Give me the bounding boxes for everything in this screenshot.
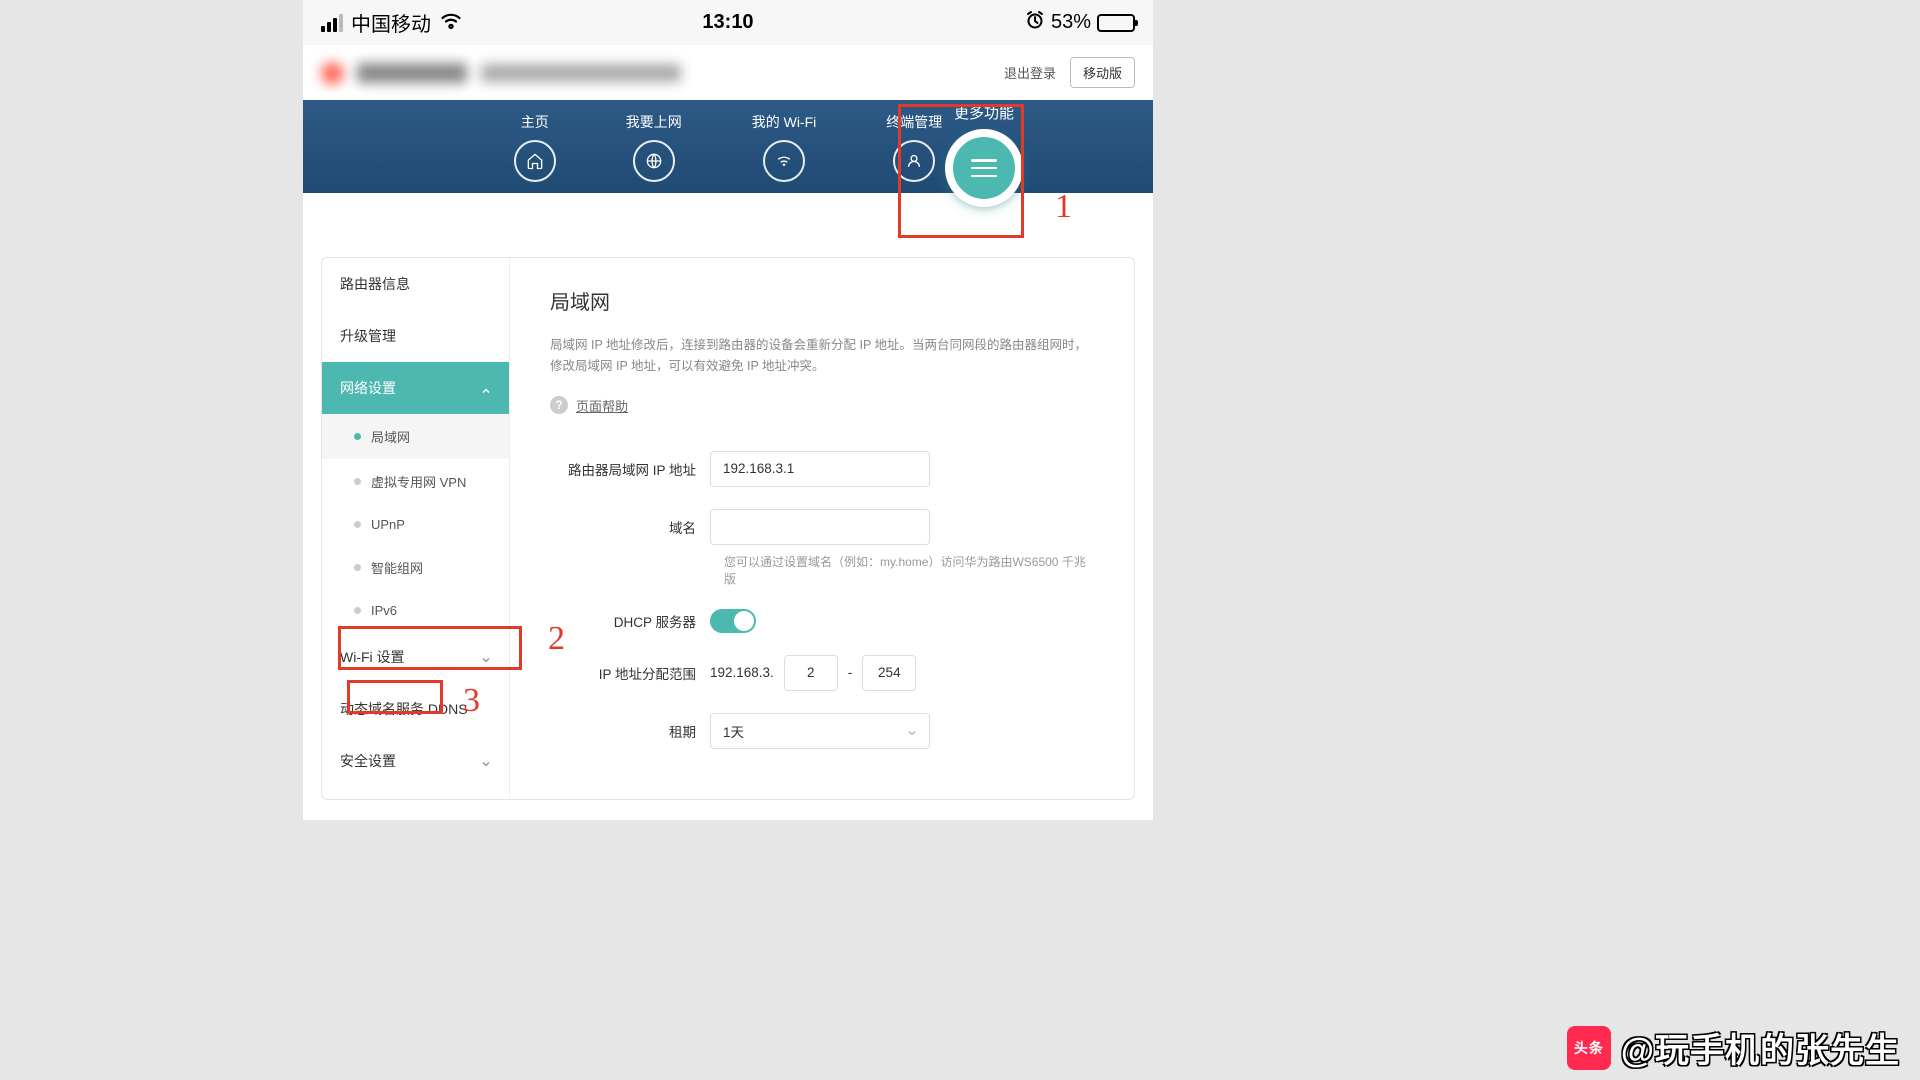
select-lease[interactable]: 1天 xyxy=(710,713,930,749)
watermark-logo: 头条 xyxy=(1567,1026,1611,1070)
dot-icon xyxy=(354,607,361,614)
sidebar: 路由器信息 升级管理 网络设置 局域网 虚拟专用网 VPN UPnP 智能组网 … xyxy=(322,258,510,799)
chevron-down-icon xyxy=(907,726,917,736)
main-content: 局域网 局域网 IP 地址修改后，连接到路由器的设备会重新分配 IP 地址。当两… xyxy=(510,258,1134,799)
chevron-up-icon xyxy=(481,383,491,393)
range-prefix: 192.168.3. xyxy=(710,665,774,680)
toggle-dhcp[interactable] xyxy=(710,609,756,633)
help-icon: ? xyxy=(550,396,568,414)
sidebar-sub-ipv6[interactable]: IPv6 xyxy=(322,590,509,631)
sidebar-sub-label: IPv6 xyxy=(371,603,397,618)
chevron-down-icon xyxy=(481,756,491,766)
alarm-icon xyxy=(1025,10,1045,36)
nav-devices[interactable]: 终端管理 xyxy=(886,112,942,182)
user-icon xyxy=(893,140,935,182)
blurred-brand-area xyxy=(321,62,681,84)
dot-icon xyxy=(354,564,361,571)
status-bar: 中国移动 13:10 53% xyxy=(303,0,1153,45)
mobile-version-button[interactable]: 移动版 xyxy=(1070,57,1135,88)
nav-home-label: 主页 xyxy=(521,112,549,132)
screenshot-frame: 中国移动 13:10 53% 退出登录 移动版 主页 我要 xyxy=(303,0,1153,820)
carrier-label: 中国移动 xyxy=(351,8,431,37)
sidebar-sub-label: 智能组网 xyxy=(371,558,423,577)
nav-more[interactable]: 更多功能 xyxy=(945,82,1023,207)
wifi-icon xyxy=(439,10,463,36)
nav-internet-label: 我要上网 xyxy=(626,112,682,132)
page-description: 局域网 IP 地址修改后，连接到路由器的设备会重新分配 IP 地址。当两台同网段… xyxy=(550,335,1094,378)
home-icon xyxy=(514,140,556,182)
input-range-end[interactable] xyxy=(862,655,916,691)
input-range-start[interactable] xyxy=(784,655,838,691)
sidebar-sub-label: 虚拟专用网 VPN xyxy=(371,472,466,491)
battery-pct-label: 53% xyxy=(1051,11,1091,34)
input-lan-ip[interactable] xyxy=(710,451,930,487)
sidebar-item-label: 网络设置 xyxy=(340,378,396,398)
nav-wifi-label: 我的 Wi-Fi xyxy=(752,112,817,132)
globe-icon xyxy=(633,140,675,182)
sidebar-item-ddns[interactable]: 动态域名服务 DDNS xyxy=(322,683,509,735)
page-title: 局域网 xyxy=(550,286,1094,315)
main-nav: 主页 我要上网 我的 Wi-Fi 终端管理 更多功能 xyxy=(303,100,1153,193)
nav-devices-label: 终端管理 xyxy=(886,112,942,132)
sidebar-item-label: Wi-Fi 设置 xyxy=(340,647,405,667)
sidebar-item-router-info[interactable]: 路由器信息 xyxy=(322,258,509,310)
wifi-nav-icon xyxy=(763,140,805,182)
hamburger-icon xyxy=(945,129,1023,207)
domain-hint: 您可以通过设置域名（例如：my.home）访问华为路由WS6500 千兆版 xyxy=(724,553,1094,587)
sidebar-sub-label: 局域网 xyxy=(371,427,410,446)
content-area: 2 3 路由器信息 升级管理 网络设置 局域网 虚拟专用网 VPN UPnP 智… xyxy=(303,257,1153,800)
label-domain: 域名 xyxy=(550,517,710,537)
annotation-num-3: 3 xyxy=(463,682,480,720)
label-ip-range: IP 地址分配范围 xyxy=(550,663,710,683)
dot-icon xyxy=(354,521,361,528)
annotation-num-2: 2 xyxy=(548,620,565,658)
clock-label: 13:10 xyxy=(592,11,863,34)
dot-icon xyxy=(354,478,361,485)
settings-panel: 2 3 路由器信息 升级管理 网络设置 局域网 虚拟专用网 VPN UPnP 智… xyxy=(321,257,1135,800)
logout-link[interactable]: 退出登录 xyxy=(1004,63,1056,82)
watermark: 头条 @玩手机的张先生 xyxy=(1567,1023,1920,1072)
sidebar-sub-lan[interactable]: 局域网 xyxy=(322,414,509,459)
sidebar-item-network[interactable]: 网络设置 xyxy=(322,362,509,414)
watermark-text: @玩手机的张先生 xyxy=(1621,1023,1900,1072)
input-domain[interactable] xyxy=(710,509,930,545)
label-lan-ip: 路由器局域网 IP 地址 xyxy=(550,459,710,479)
sidebar-item-upgrade[interactable]: 升级管理 xyxy=(322,310,509,362)
sidebar-sub-label: UPnP xyxy=(371,517,405,532)
annotation-num-1: 1 xyxy=(1055,188,1072,226)
sidebar-sub-vpn[interactable]: 虚拟专用网 VPN xyxy=(322,459,509,504)
chevron-down-icon xyxy=(481,652,491,662)
sidebar-item-wifi-settings[interactable]: Wi-Fi 设置 xyxy=(322,631,509,683)
nav-internet[interactable]: 我要上网 xyxy=(626,112,682,182)
battery-icon xyxy=(1097,14,1135,32)
sidebar-sub-upnp[interactable]: UPnP xyxy=(322,504,509,545)
range-dash: - xyxy=(848,665,853,680)
page-header: 退出登录 移动版 xyxy=(303,45,1153,100)
dot-icon xyxy=(354,433,361,440)
nav-wifi[interactable]: 我的 Wi-Fi xyxy=(752,112,817,182)
label-lease: 租期 xyxy=(550,721,710,741)
help-link[interactable]: 页面帮助 xyxy=(576,396,628,415)
signal-icon xyxy=(321,14,343,32)
sidebar-item-label: 安全设置 xyxy=(340,751,396,771)
label-dhcp: DHCP 服务器 xyxy=(550,611,710,631)
sidebar-sub-mesh[interactable]: 智能组网 xyxy=(322,545,509,590)
sidebar-item-security[interactable]: 安全设置 xyxy=(322,735,509,787)
select-lease-value: 1天 xyxy=(723,721,744,741)
nav-home[interactable]: 主页 xyxy=(514,112,556,182)
nav-more-label: 更多功能 xyxy=(954,102,1014,123)
